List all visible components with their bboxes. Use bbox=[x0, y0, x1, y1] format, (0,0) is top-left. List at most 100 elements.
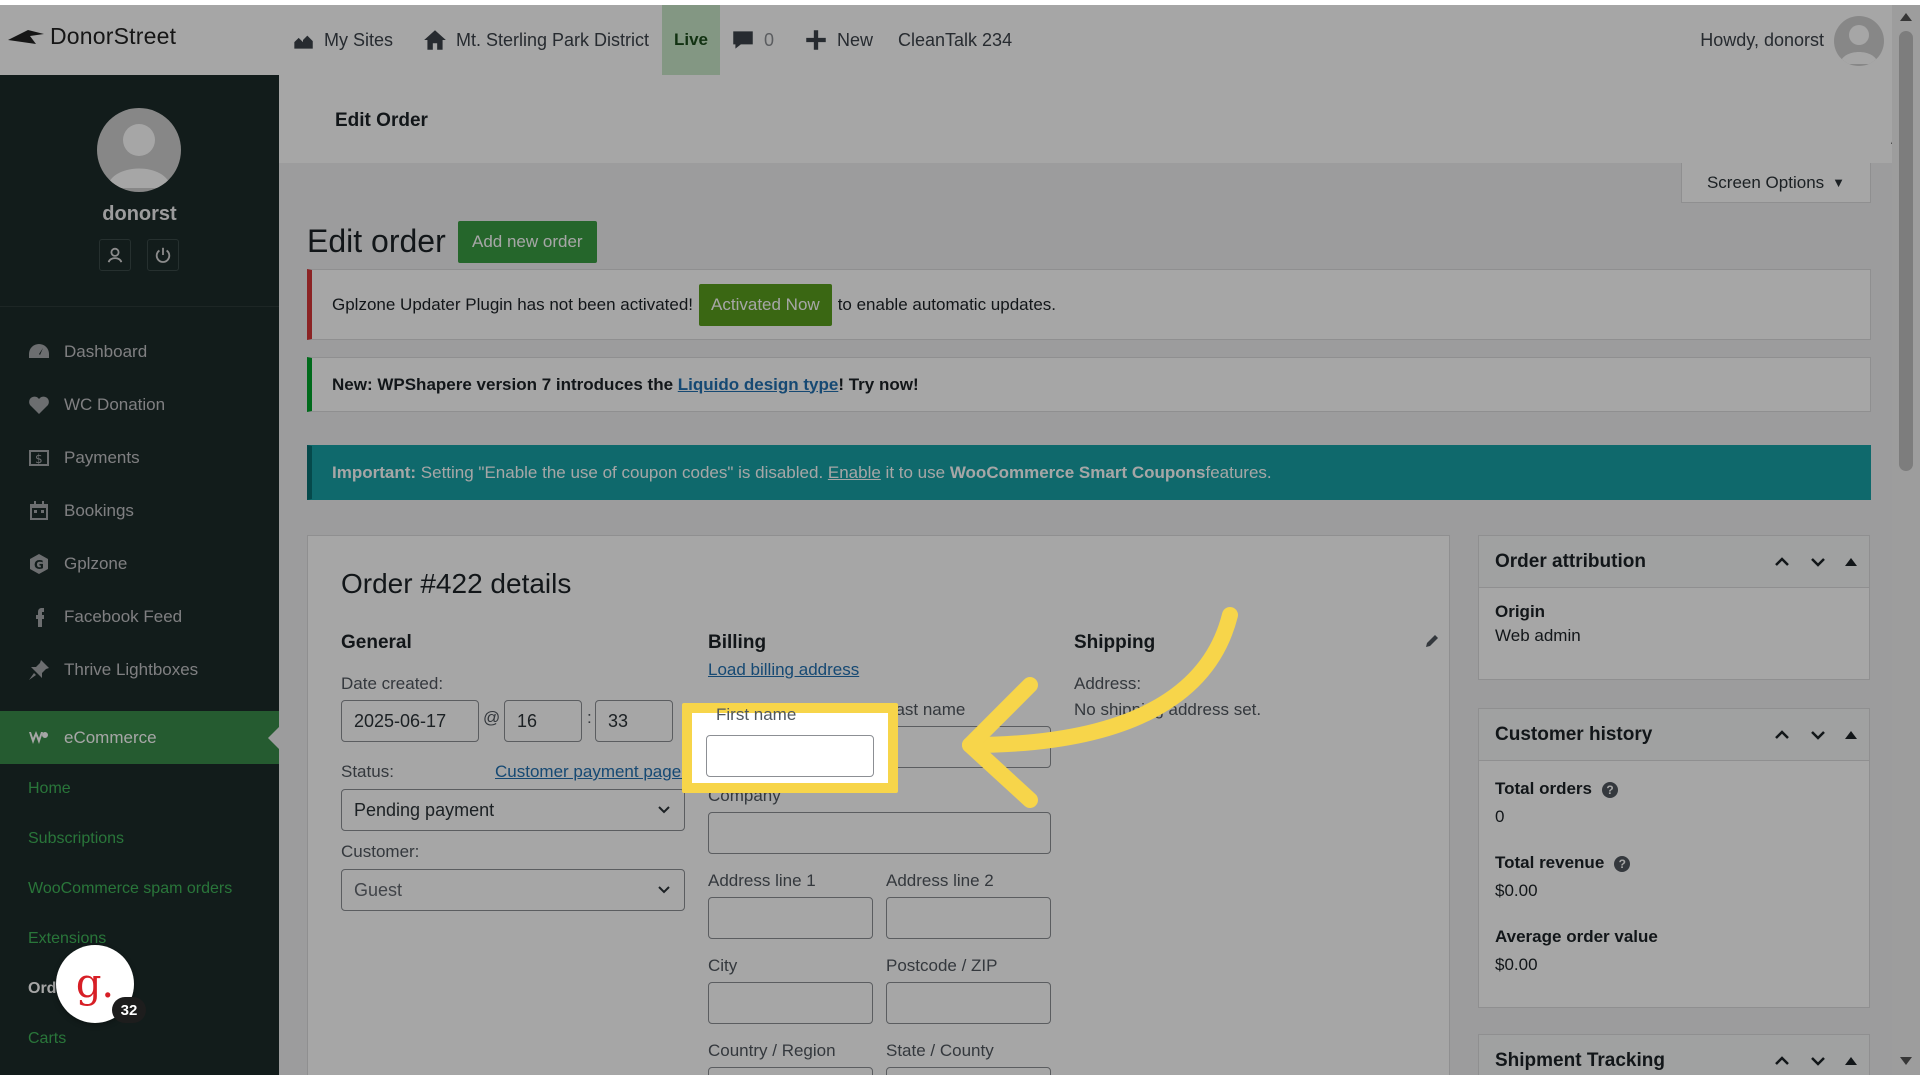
pencil-icon[interactable] bbox=[1423, 632, 1441, 650]
customer-payment-page-link[interactable]: Customer payment page → bbox=[495, 762, 703, 782]
new-label: New bbox=[837, 29, 874, 50]
sidebar-item-gplzone[interactable]: G Gplzone bbox=[0, 537, 279, 590]
heart-icon bbox=[26, 392, 52, 418]
page-scrollbar[interactable] bbox=[1892, 5, 1920, 1075]
customer-label: Customer: bbox=[341, 842, 420, 861]
state-input[interactable] bbox=[886, 1067, 1051, 1075]
enable-coupons-link[interactable]: Enable bbox=[828, 463, 881, 483]
sidebar-item-label: eCommerce bbox=[64, 727, 157, 747]
cleantalk-menu[interactable]: CleanTalk 234 bbox=[898, 5, 1012, 75]
minute-input[interactable]: 33 bbox=[595, 700, 673, 742]
submenu-carts[interactable]: Carts bbox=[28, 1030, 66, 1048]
address1-input[interactable] bbox=[708, 897, 873, 939]
profile-avatar[interactable] bbox=[97, 108, 181, 192]
comments-menu[interactable]: 0 bbox=[730, 5, 774, 75]
logout-button[interactable] bbox=[147, 239, 179, 271]
profile-button[interactable] bbox=[99, 239, 131, 271]
admin-bar: DonorStreet My Sites Mt. Sterling Park D… bbox=[0, 5, 1920, 75]
sidebar-item-label: Thrive Lightboxes bbox=[64, 659, 199, 679]
wpshapere-notice: New: WPShapere version 7 introduces the … bbox=[307, 357, 1871, 412]
live-badge[interactable]: Live bbox=[662, 5, 721, 75]
total-orders-row: Total orders? bbox=[1495, 779, 1853, 799]
country-label: Country / Region bbox=[708, 1041, 836, 1060]
first-name-input[interactable] bbox=[706, 735, 874, 777]
collapse-toggle-icon[interactable] bbox=[1845, 558, 1857, 566]
origin-label: Origin bbox=[1495, 602, 1546, 621]
submenu-spam-orders[interactable]: WooCommerce spam orders bbox=[28, 880, 232, 898]
postcode-input[interactable] bbox=[886, 982, 1051, 1024]
order-details-panel: Order #422 details General Date created:… bbox=[307, 535, 1450, 1075]
sidebar-profile: donorst bbox=[0, 75, 279, 307]
scroll-down-arrow-icon[interactable] bbox=[1900, 1057, 1912, 1065]
date-created-label: Date created: bbox=[341, 674, 444, 693]
chevron-down-icon[interactable] bbox=[1809, 726, 1827, 744]
shipment-tracking-header[interactable]: Shipment Tracking bbox=[1479, 1035, 1869, 1075]
load-billing-address-link[interactable]: Load billing address bbox=[708, 660, 859, 680]
customer-selected-value: Guest bbox=[354, 879, 403, 900]
notice-text: New: WPShapere version 7 introduces the bbox=[332, 374, 678, 394]
new-content-menu[interactable]: New bbox=[803, 5, 873, 75]
scroll-up-arrow-icon[interactable] bbox=[1900, 13, 1912, 21]
browser-viewport: DonorStreet My Sites Mt. Sterling Park D… bbox=[0, 5, 1920, 1075]
site-name-menu[interactable]: Mt. Sterling Park District bbox=[422, 5, 649, 75]
city-input[interactable] bbox=[708, 982, 873, 1024]
notice-important-label: Important: bbox=[332, 462, 417, 482]
page-title: Edit order bbox=[307, 223, 446, 259]
status-select[interactable]: Pending payment bbox=[341, 789, 685, 831]
country-select[interactable] bbox=[708, 1067, 873, 1075]
status-selected-value: Pending payment bbox=[354, 799, 495, 820]
screen-options-button[interactable]: Screen Options ▼ bbox=[1681, 163, 1871, 203]
date-created-input[interactable]: 2025-06-17 bbox=[341, 700, 479, 742]
chevron-down-icon[interactable] bbox=[1809, 553, 1827, 571]
my-sites-menu[interactable]: My Sites bbox=[290, 5, 393, 75]
sidebar-item-wc-donation[interactable]: WC Donation bbox=[0, 378, 279, 431]
order-attribution-title: Order attribution bbox=[1495, 550, 1646, 572]
liquido-design-link[interactable]: Liquido design type bbox=[678, 375, 839, 395]
chevron-up-icon[interactable] bbox=[1773, 1052, 1791, 1070]
chevron-up-icon[interactable] bbox=[1773, 726, 1791, 744]
chevron-down-icon[interactable] bbox=[1809, 1052, 1827, 1070]
pin-icon bbox=[26, 657, 52, 683]
calendar-icon bbox=[26, 498, 52, 524]
city-label: City bbox=[708, 956, 738, 975]
sidebar-item-payments[interactable]: $ Payments bbox=[0, 431, 279, 484]
chevron-up-icon[interactable] bbox=[1773, 553, 1791, 571]
dollar-icon: $ bbox=[26, 445, 52, 471]
sidebar-item-ecommerce[interactable]: eCommerce bbox=[0, 711, 279, 764]
customer-select[interactable]: Guest bbox=[341, 869, 685, 911]
notice-text: it to use bbox=[880, 462, 950, 482]
howdy-user-menu[interactable]: Howdy, donorst bbox=[1700, 5, 1824, 75]
status-label: Status: bbox=[341, 762, 394, 781]
highlight-first-name: First name bbox=[682, 703, 898, 793]
address2-input[interactable] bbox=[886, 897, 1051, 939]
sidebar-item-bookings[interactable]: Bookings bbox=[0, 484, 279, 537]
avatar[interactable] bbox=[1834, 16, 1884, 66]
help-icon[interactable]: ? bbox=[1601, 781, 1618, 798]
home-icon bbox=[424, 30, 446, 50]
hour-input[interactable]: 16 bbox=[504, 700, 582, 742]
collapse-toggle-icon[interactable] bbox=[1845, 731, 1857, 739]
notice-text: features. bbox=[1205, 462, 1272, 482]
scroll-thumb[interactable] bbox=[1899, 31, 1913, 471]
sidebar-item-thrive-lightboxes[interactable]: Thrive Lightboxes bbox=[0, 643, 279, 696]
sidebar-item-label: Facebook Feed bbox=[64, 606, 183, 626]
submenu-subscriptions[interactable]: Subscriptions bbox=[28, 830, 124, 848]
activate-now-button[interactable]: Activated Now bbox=[699, 283, 832, 326]
user-avatar-icon bbox=[1840, 25, 1878, 64]
origin-value: Web admin bbox=[1495, 626, 1581, 645]
collapse-toggle-icon[interactable] bbox=[1845, 1057, 1857, 1065]
admin-sidebar: donorst Dashboard WC Donation $ Payments… bbox=[0, 75, 279, 1075]
customer-history-header[interactable]: Customer history bbox=[1479, 709, 1869, 761]
order-attribution-header[interactable]: Order attribution bbox=[1479, 536, 1869, 588]
donorstreet-logo[interactable]: DonorStreet bbox=[6, 23, 176, 50]
add-new-order-button[interactable]: Add new order bbox=[458, 221, 597, 263]
order-heading: Order #422 details bbox=[341, 568, 572, 599]
help-icon[interactable]: ? bbox=[1614, 855, 1631, 872]
screenshot-frame: DonorStreet My Sites Mt. Sterling Park D… bbox=[0, 0, 1920, 1080]
customer-history-body: Total orders? 0 Total revenue? $0.00 Ave… bbox=[1479, 761, 1869, 989]
order-attribution-box: Order attribution Origin Web admin bbox=[1478, 535, 1870, 680]
facebook-icon bbox=[26, 604, 52, 630]
sidebar-item-facebook-feed[interactable]: Facebook Feed bbox=[0, 590, 279, 643]
submenu-home[interactable]: Home bbox=[28, 780, 71, 798]
sidebar-item-dashboard[interactable]: Dashboard bbox=[0, 325, 279, 378]
